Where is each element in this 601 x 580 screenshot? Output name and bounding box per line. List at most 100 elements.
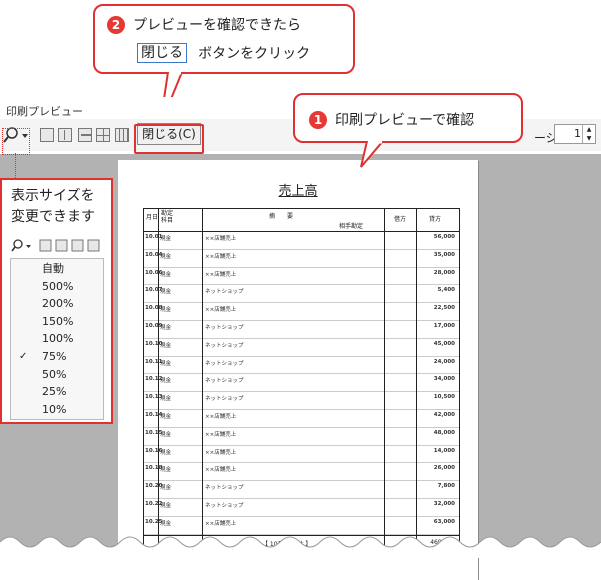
ledger-cell-summary: ネットショップ bbox=[205, 502, 244, 509]
page-value: 1 bbox=[574, 127, 581, 140]
ledger-cell-account: 現金 bbox=[160, 502, 172, 509]
ledger-row: 10.18 現金 ××店舗売上 26,000 bbox=[144, 463, 459, 482]
ledger-cell-account: 現金 bbox=[160, 431, 172, 438]
ledger-cell-credit: 5,400 bbox=[437, 287, 455, 294]
zoom-option[interactable]: 100% bbox=[11, 330, 103, 348]
callout2-close-label: 閉じる bbox=[137, 42, 187, 63]
zoom-option[interactable]: 150% bbox=[11, 313, 103, 331]
ledger-table: 月日 勘定科目 摘 要 相手勘定 借方 貸方 10.01 現金 ××店舗売上 56,0… bbox=[143, 208, 460, 551]
ledger-cell-summary: ××店舗売上 bbox=[205, 307, 237, 314]
ledger-cell-credit: 22,500 bbox=[433, 305, 455, 312]
ledger-cell-account: 現金 bbox=[160, 485, 172, 492]
zoom-connector-line bbox=[15, 153, 16, 178]
zoom-option[interactable]: 25% bbox=[11, 383, 103, 401]
torn-edge bbox=[0, 536, 601, 558]
callout2-line2: ボタンをクリック bbox=[198, 45, 311, 62]
ledger-cell-summary: ××店舗売上 bbox=[205, 431, 237, 438]
page-spinner[interactable]: 1 ▲ ▼ bbox=[554, 124, 596, 144]
ledger-cell-account: 現金 bbox=[160, 449, 172, 456]
ledger-row: 10.20 現金 ネットショップ 7,800 bbox=[144, 481, 459, 499]
zoom-option-label: 10% bbox=[42, 402, 67, 416]
ledger-cell-summary: ネットショップ bbox=[205, 396, 244, 403]
ledger-row: 10.15 現金 ××店舗売上 48,000 bbox=[144, 428, 459, 446]
window-title: 印刷プレビュー bbox=[6, 105, 83, 118]
two-page-icon[interactable] bbox=[58, 128, 72, 142]
ledger-cell-credit: 45,000 bbox=[433, 340, 455, 347]
ledger-cell-summary: ネットショップ bbox=[205, 342, 244, 349]
ledger-cell-account: 現金 bbox=[160, 467, 172, 474]
header-credit: 貸方 bbox=[429, 216, 442, 223]
ledger-cell-summary: ネットショップ bbox=[205, 360, 244, 367]
checkmark-icon: ✓ bbox=[19, 351, 28, 362]
zoom-heading-line1: 表示サイズを bbox=[11, 188, 95, 204]
ledger-cell-account: 現金 bbox=[160, 307, 172, 314]
single-page-icon[interactable] bbox=[40, 128, 54, 142]
ledger-cell-credit: 24,000 bbox=[433, 358, 455, 365]
ledger-cell-account: 現金 bbox=[160, 253, 172, 260]
ledger-cell-account: 現金 bbox=[160, 236, 172, 242]
spinner-arrows-icon[interactable]: ▲ ▼ bbox=[582, 125, 595, 143]
ledger-cell-summary: ××店舗売上 bbox=[205, 413, 237, 420]
ledger-cell-account: 現金 bbox=[160, 413, 172, 420]
ledger-cell-credit: 17,000 bbox=[433, 322, 455, 329]
ledger-row: 10.11 現金 ネットショップ 24,000 bbox=[144, 357, 459, 375]
ledger-cell-summary: ××店舗売上 bbox=[205, 236, 237, 242]
header-summary: 摘 要 bbox=[269, 213, 294, 220]
step-number-1: 1 bbox=[309, 110, 327, 129]
ledger-cell-account: 現金 bbox=[160, 396, 172, 403]
ledger-cell-summary: ネットショップ bbox=[205, 324, 244, 331]
header-date: 月日 bbox=[146, 214, 159, 221]
ledger-row: 10.16 現金 ××店舗売上 14,000 bbox=[144, 446, 459, 464]
ledger-cell-account: 現金 bbox=[160, 289, 172, 296]
ledger-cell-account: 現金 bbox=[160, 360, 172, 367]
ledger-cell-account: 現金 bbox=[160, 342, 172, 349]
zoom-option[interactable]: ✓ 75% bbox=[11, 348, 103, 366]
callout1-pointer bbox=[360, 141, 385, 168]
zoom-option[interactable]: 10% bbox=[11, 401, 103, 419]
ledger-row: 10.07 現金 ネットショップ 5,400 bbox=[144, 285, 459, 304]
zoom-connector bbox=[2, 128, 30, 155]
ledger-cell-credit: 32,000 bbox=[433, 500, 455, 507]
document-title: 売上高 bbox=[278, 184, 318, 199]
zoom-option-label: 25% bbox=[42, 385, 67, 399]
six-page-icon[interactable] bbox=[96, 128, 110, 142]
ledger-cell-summary: ××店舗売上 bbox=[205, 520, 237, 527]
zoom-option-label: 100% bbox=[42, 332, 74, 346]
ledger-header: 月日 勘定科目 摘 要 相手勘定 借方 貸方 bbox=[144, 209, 459, 232]
ledger-row: 10.04 現金 ××店舗売上 35,000 bbox=[144, 250, 459, 268]
ledger-cell-account: 現金 bbox=[160, 378, 172, 385]
zoom-options-list: 自動 500% 200% 150% 100% ✓ 75% 50% 25% 10% bbox=[10, 258, 104, 420]
header-debit: 借方 bbox=[394, 216, 407, 223]
callout2-line1: プレビューを確認できたら bbox=[133, 17, 301, 34]
zoom-panel-heading: 表示サイズを 変更できます bbox=[11, 186, 95, 228]
ledger-cell-credit: 63,000 bbox=[433, 518, 455, 525]
callout-close-instruction: 2 プレビューを確認できたら 閉じる ボタンをクリック bbox=[93, 4, 355, 74]
ledger-cell-credit: 28,000 bbox=[433, 269, 455, 276]
zoom-option[interactable]: 500% bbox=[11, 278, 103, 296]
ledger-cell-summary: ネットショップ bbox=[205, 289, 244, 296]
zoom-option-label: 150% bbox=[42, 314, 74, 328]
header-account: 勘定科目 bbox=[161, 210, 174, 224]
step-number-2: 2 bbox=[107, 15, 125, 34]
ledger-cell-summary: ネットショップ bbox=[205, 485, 244, 492]
ledger-row: 10.09 現金 ネットショップ 17,000 bbox=[144, 321, 459, 339]
ledger-row: 10.22 現金 ネットショップ 32,000 bbox=[144, 499, 459, 517]
ledger-cell-credit: 26,000 bbox=[433, 465, 455, 472]
ledger-cell-summary: ××店舗売上 bbox=[205, 271, 237, 278]
zoom-option[interactable]: 50% bbox=[11, 366, 103, 384]
ledger-cell-credit: 7,800 bbox=[437, 483, 455, 490]
ledger-cell-credit: 34,000 bbox=[433, 376, 455, 383]
ledger-row: 10.08 現金 ××店舗売上 22,500 bbox=[144, 303, 459, 321]
zoom-size-panel: 表示サイズを 変更できます 自動 500% 200% 150% 100% ✓ 75% 50% 2… bbox=[0, 178, 113, 424]
four-page-icon[interactable] bbox=[78, 128, 92, 142]
ledger-cell-credit: 48,000 bbox=[433, 429, 455, 436]
ledger-cell-credit: 10,500 bbox=[433, 394, 455, 401]
zoom-option-label: 500% bbox=[42, 279, 74, 293]
ledger-cell-credit: 35,000 bbox=[433, 251, 455, 258]
zoom-option[interactable]: 自動 bbox=[11, 260, 103, 278]
zoom-option[interactable]: 200% bbox=[11, 295, 103, 313]
eight-page-icon[interactable] bbox=[115, 128, 129, 142]
ledger-cell-account: 現金 bbox=[160, 271, 172, 278]
ledger-row: 10.10 現金 ネットショップ 45,000 bbox=[144, 339, 459, 357]
zoom-option-label: 200% bbox=[42, 297, 74, 311]
